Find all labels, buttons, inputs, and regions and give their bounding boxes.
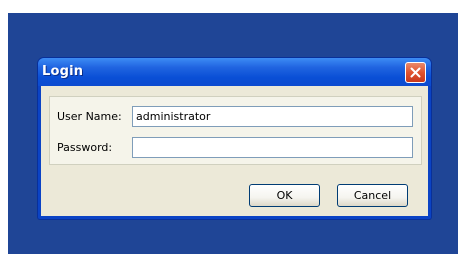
username-field[interactable] — [132, 106, 413, 127]
cancel-button[interactable]: Cancel — [337, 184, 408, 207]
close-button[interactable] — [405, 62, 426, 83]
dialog-body: User Name: Password: OK Cancel — [41, 86, 428, 216]
password-field[interactable] — [132, 137, 413, 158]
username-label: User Name: — [57, 110, 122, 123]
dialog-title: Login — [42, 64, 84, 79]
close-icon — [410, 67, 421, 78]
ok-button[interactable]: OK — [249, 184, 320, 207]
dialog-titlebar[interactable]: Login — [38, 58, 431, 86]
login-dialog: Login User Name: Password: OK Cancel — [38, 58, 431, 219]
password-label: Password: — [57, 141, 113, 154]
